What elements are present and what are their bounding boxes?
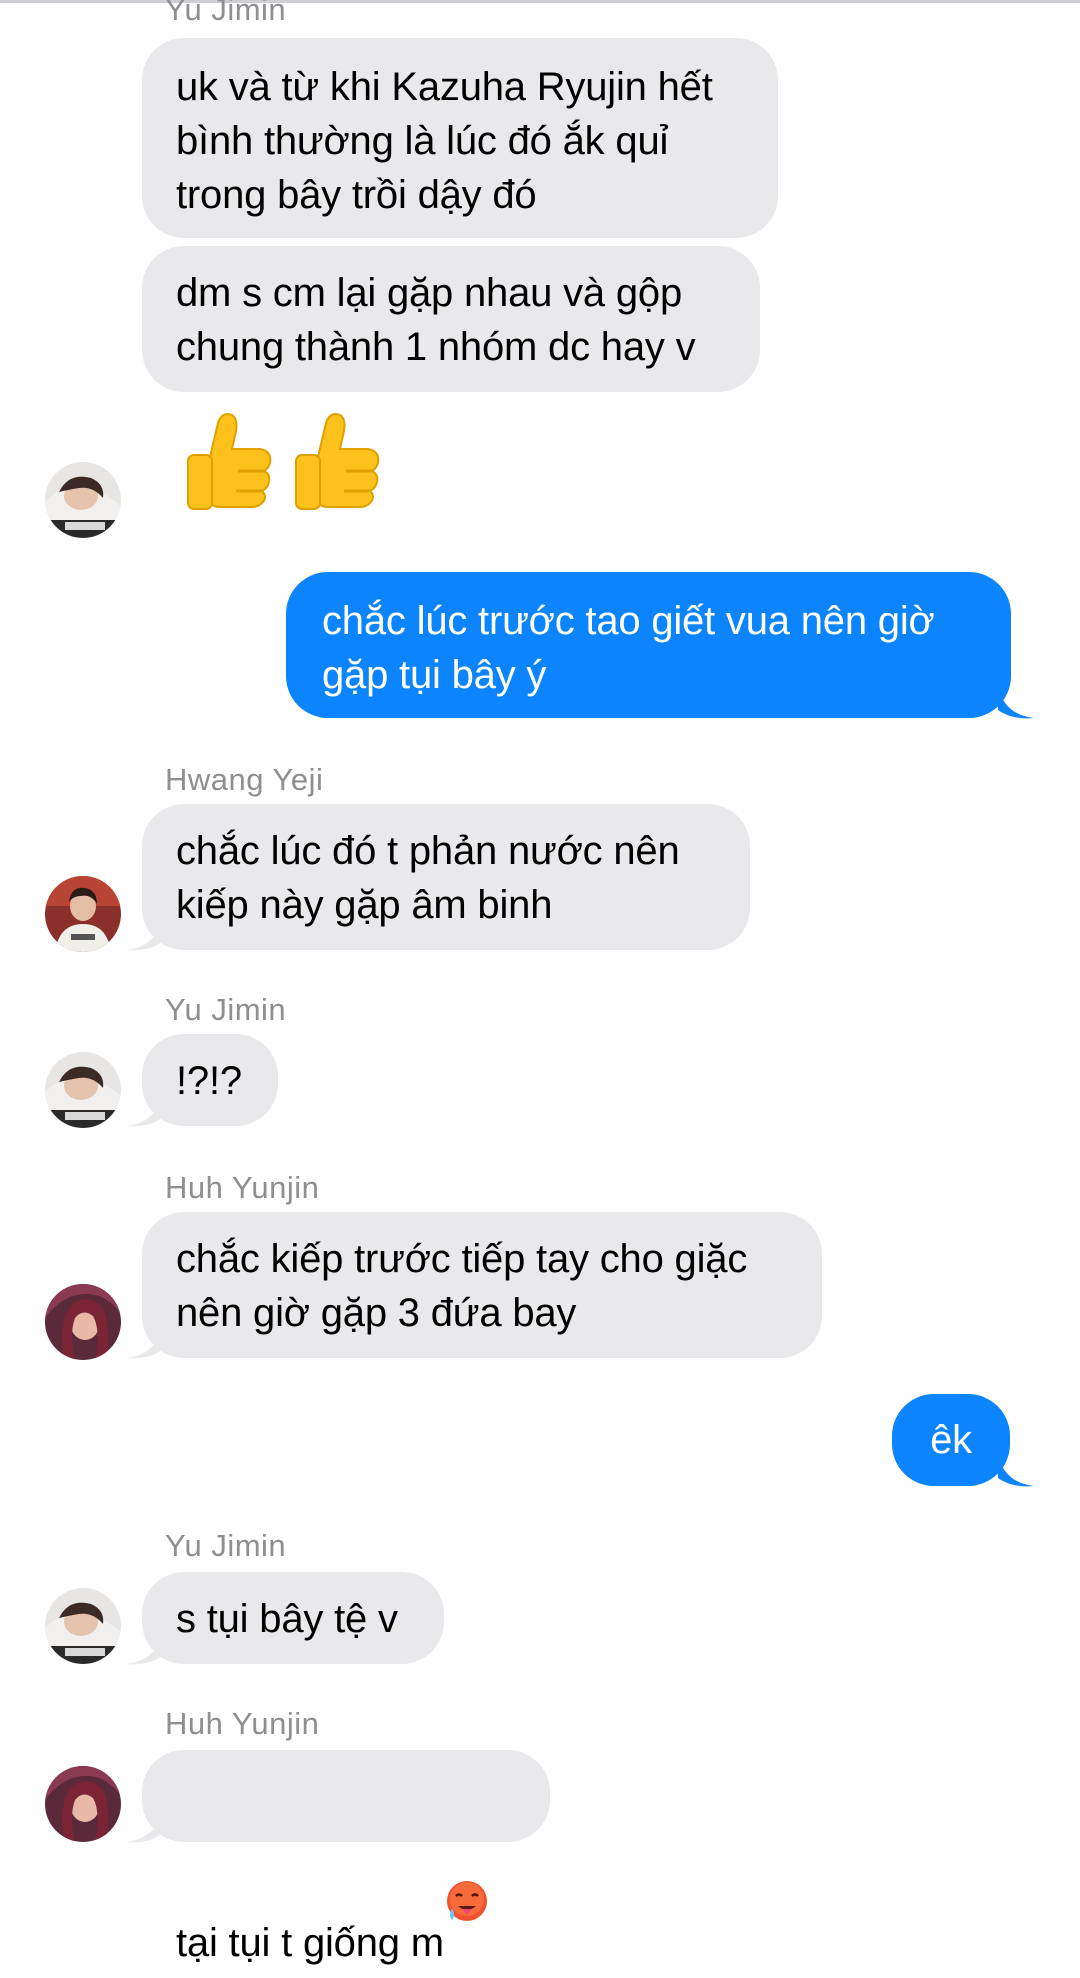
avatar-yu-jimin[interactable]: [45, 1052, 121, 1128]
message-bubble-incoming[interactable]: chắc kiếp trước tiếp tay cho giặc nên gi…: [142, 1212, 822, 1358]
avatar-photo-icon: [45, 1284, 121, 1360]
bubble-tail-icon: [126, 916, 162, 951]
top-divider: [0, 0, 1080, 3]
sender-name: Yu Jimin: [165, 0, 287, 27]
thumbs-up-icon: [187, 413, 272, 510]
thumbs-up-emoji[interactable]: [170, 405, 400, 525]
message-bubble-incoming[interactable]: !?!?: [142, 1034, 278, 1126]
bubble-tail-icon: [126, 1092, 162, 1127]
message-bubble-outgoing[interactable]: chắc lúc trước tao giết vua nên giờ gặp …: [286, 572, 1011, 718]
avatar-hwang-yeji[interactable]: [45, 876, 121, 952]
bubble-tail-icon: [126, 1808, 162, 1843]
bubble-tail-icon: [126, 1324, 162, 1359]
avatar-photo-icon: [45, 1052, 121, 1128]
sender-name: Yu Jimin: [165, 1528, 287, 1563]
message-bubble-incoming[interactable]: s tụi bây tệ v: [142, 1572, 444, 1664]
message-text: tại tụi t giống m: [176, 1921, 444, 1965]
message-bubble-incoming[interactable]: tại tụi t giống m: [142, 1750, 550, 1965]
thumbs-up-icon: [295, 413, 380, 510]
message-bubble-incoming[interactable]: chắc lúc đó t phản nước nên kiếp này gặp…: [142, 804, 750, 950]
bubble-tail-icon: [998, 1452, 1034, 1487]
sender-name: Huh Yunjin: [165, 1706, 320, 1741]
sender-name: Hwang Yeji: [165, 762, 324, 797]
avatar-photo-icon: [45, 1588, 121, 1664]
avatar-huh-yunjin[interactable]: [45, 1766, 121, 1842]
avatar-yu-jimin[interactable]: [45, 1588, 121, 1664]
bubble-tail-icon: [998, 684, 1034, 719]
hot-face-sweat-icon: [444, 1824, 490, 1921]
message-bubble-incoming[interactable]: uk và từ khi Kazuha Ryujin hết bình thườ…: [142, 38, 778, 238]
message-bubble-outgoing[interactable]: êk: [892, 1394, 1010, 1486]
sender-name: Yu Jimin: [165, 992, 287, 1027]
avatar-photo-icon: [45, 462, 121, 538]
avatar-photo-icon: [45, 1766, 121, 1842]
avatar-huh-yunjin[interactable]: [45, 1284, 121, 1360]
avatar-yu-jimin[interactable]: [45, 462, 121, 538]
message-bubble-incoming[interactable]: dm s cm lại gặp nhau và gộp chung thành …: [142, 246, 760, 392]
sender-name: Huh Yunjin: [165, 1170, 320, 1205]
bubble-tail-icon: [126, 1630, 162, 1665]
avatar-photo-icon: [45, 876, 121, 952]
